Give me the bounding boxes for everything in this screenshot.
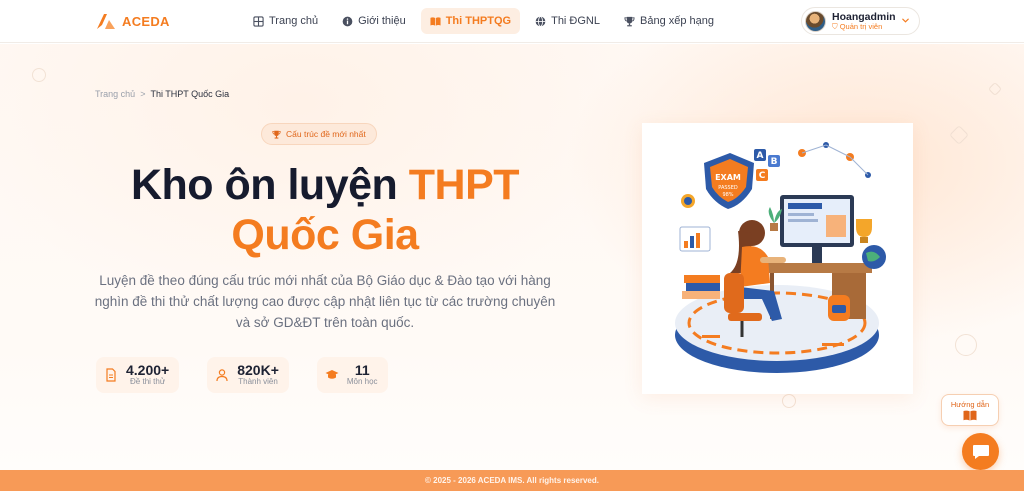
stat-label: Thành viên <box>238 377 278 387</box>
letter-b: B <box>771 157 778 167</box>
globe-icon <box>535 15 546 27</box>
breadcrumb: Trang chủ > Thi THPT Quốc Gia <box>95 89 229 99</box>
stats-row: 4.200+ Đề thi thử 820K+ Thành viên 11 Mô… <box>96 357 388 393</box>
letter-a: A <box>757 151 764 161</box>
guide-label: Hướng dẫn <box>950 399 990 409</box>
brand-logo[interactable]: ACEDA <box>96 12 170 30</box>
avatar <box>805 10 826 32</box>
breadcrumb-home-link[interactable]: Trang chủ <box>95 89 135 99</box>
trophy-icon <box>272 130 281 139</box>
decor-circle <box>782 394 796 408</box>
hero-title-accent: THPT <box>408 161 520 209</box>
graduation-cap-icon <box>325 370 339 379</box>
stat-label: Đề thi thử <box>130 377 166 387</box>
new-structure-badge: Cấu trúc đề mới nhất <box>261 123 377 145</box>
letter-c: C <box>759 171 766 181</box>
trophy-icon <box>624 16 635 26</box>
nav-item-label: Trang chủ <box>269 15 319 27</box>
decor-circle <box>955 334 977 356</box>
nav-item-thptqg[interactable]: Thi THPTQG <box>420 8 521 34</box>
user-menu[interactable]: Hoangadmin ⛉ Quản trị viên <box>801 7 920 35</box>
stat-members: 820K+ Thành viên <box>207 357 289 393</box>
info-icon <box>342 16 353 26</box>
decor-circle <box>32 68 46 82</box>
top-header: ACEDA Trang chủ Giới thiệu Thi THPTQG Th… <box>0 0 1024 43</box>
chat-icon <box>972 444 989 459</box>
breadcrumb-current: Thi THPT Quốc Gia <box>150 89 230 99</box>
nav-item-label: Thi ĐGNL <box>551 15 600 27</box>
nav-item-home[interactable]: Trang chủ <box>244 8 327 34</box>
exam-badge-text: EXAM <box>715 173 741 182</box>
stat-label: Môn học <box>346 377 378 387</box>
nav-item-about[interactable]: Giới thiệu <box>333 8 415 34</box>
nav-item-label: Bảng xếp hạng <box>640 15 715 27</box>
user-info: Hoangadmin ⛉ Quản trị viên <box>832 11 896 31</box>
nav-item-leaderboard[interactable]: Bảng xếp hạng <box>615 8 723 34</box>
book-open-icon <box>430 16 441 26</box>
footer-copyright: © 2025 - 2026 ACEDA IMS. All rights rese… <box>425 476 599 485</box>
stat-exams: 4.200+ Đề thi thử <box>96 357 180 393</box>
badge-label: Cấu trúc đề mới nhất <box>286 129 366 139</box>
hero-illustration: EXAM PASSED 98% A B C <box>642 123 913 394</box>
main-nav: Trang chủ Giới thiệu Thi THPTQG Thi ĐGNL… <box>244 8 723 34</box>
stat-value: 4.200+ <box>126 361 170 378</box>
nav-item-dgnl[interactable]: Thi ĐGNL <box>526 8 609 34</box>
brand-name: ACEDA <box>122 13 170 29</box>
shield-icon: ⛉ <box>832 21 838 31</box>
stat-subjects: 11 Môn học <box>316 357 388 393</box>
aceda-logo-icon <box>97 14 115 29</box>
user-role-label: Quản trị viên <box>839 21 883 31</box>
nav-item-label: Giới thiệu <box>358 15 406 27</box>
percent-text: 98% <box>722 192 733 198</box>
hero-title-line2: Quốc Gia <box>231 211 419 259</box>
decor-diamond <box>949 125 969 145</box>
nav-item-label: Thi THPTQG <box>445 15 512 27</box>
hero-title-main: Kho ôn luyện <box>130 161 398 209</box>
grid-icon <box>253 15 264 27</box>
student-studying-illustration: EXAM PASSED 98% A B C <box>675 142 886 373</box>
chat-button[interactable] <box>962 433 999 470</box>
passed-text: PASSED <box>718 185 738 191</box>
stat-value: 11 <box>354 361 370 378</box>
hero-description: Luyện đề theo đúng cấu trúc mới nhất của… <box>94 273 556 330</box>
book-icon <box>963 410 977 420</box>
hero-section: Trang chủ > Thi THPT Quốc Gia Cấu trúc đ… <box>0 44 1024 470</box>
breadcrumb-separator: > <box>140 89 146 99</box>
hero-title: Kho ôn luyện THPT <box>0 161 650 210</box>
chevron-down-icon <box>902 18 909 23</box>
user-role: ⛉ Quản trị viên <box>832 21 896 31</box>
guide-button[interactable]: Hướng dẫn <box>941 394 999 426</box>
footer: © 2025 - 2026 ACEDA IMS. All rights rese… <box>0 470 1024 491</box>
user-icon <box>216 369 228 382</box>
stat-value: 820K+ <box>237 361 279 378</box>
decor-diamond <box>987 81 1003 97</box>
document-icon <box>106 368 116 382</box>
